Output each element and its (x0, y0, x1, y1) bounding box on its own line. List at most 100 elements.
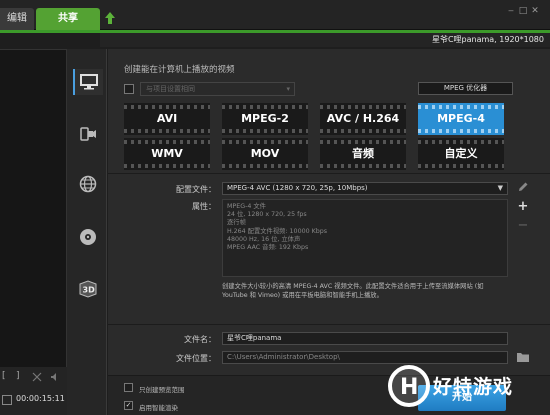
profile-label: 配置文件： (176, 185, 216, 194)
camera-device-icon (80, 127, 96, 141)
tab-edit[interactable]: 编辑 (0, 8, 34, 30)
volume-icon[interactable] (50, 372, 60, 382)
chevron-down-icon: ▾ (286, 85, 290, 93)
top-tab-bar: 编辑 共享 ‒ □ ✕ (0, 0, 550, 30)
project-info: 星爷C哩panama, 1920*1080 (431, 35, 544, 44)
timecode-mode-button[interactable] (2, 395, 12, 405)
format-label: MPEG-2 (241, 112, 289, 125)
profile-description: 创建文件大小较小的高清 MPEG-4 AVC 视频文件。此配置文件适合用于上传至… (222, 282, 512, 300)
format-audio-button[interactable]: 音频 (320, 138, 406, 170)
monitor-icon (80, 74, 98, 90)
upload-arrow-icon[interactable] (104, 11, 116, 25)
smart-render-checkbox[interactable]: ✓ (124, 401, 133, 410)
film-strip (222, 129, 308, 133)
format-avi-button[interactable]: AVI (124, 103, 210, 135)
device-category[interactable] (75, 121, 101, 147)
film-strip (320, 129, 406, 133)
property-line: MPEG-4 文件 (227, 203, 266, 210)
svg-text:H: H (400, 375, 418, 400)
film-strip (418, 164, 504, 168)
film-strip (418, 140, 504, 144)
format-wmv-button[interactable]: WMV (124, 138, 210, 170)
chevron-down-icon: ▼ (497, 184, 503, 192)
profile-dropdown[interactable]: MPEG-4 AVC (1280 x 720, 25p, 10Mbps) ▼ (222, 182, 508, 195)
filename-label: 文件名： (184, 335, 216, 344)
format-label: MOV (250, 147, 280, 160)
divider (108, 324, 550, 325)
computer-category[interactable] (73, 69, 103, 95)
location-label: 文件位置： (176, 354, 216, 363)
film-strip (124, 105, 210, 109)
preview-range-label: 只创建预览范围 (139, 386, 185, 394)
share-settings-panel: 创建能在计算机上播放的视频 与项目设置相同 ▾ MPEG 优化器 AVI MPE… (108, 49, 550, 415)
property-line: MPEG AAC 音频: 192 Kbps (227, 244, 309, 252)
film-strip (320, 140, 406, 144)
device-dropdown[interactable]: 与项目设置相同 ▾ (140, 82, 295, 96)
device-checkbox[interactable] (124, 84, 134, 94)
window-controls: ‒ □ ✕ (504, 6, 544, 16)
close-button[interactable]: ✕ (530, 6, 540, 16)
3d-icon: 3D (79, 280, 97, 298)
format-mov-button[interactable]: MOV (222, 138, 308, 170)
format-mpeg2-button[interactable]: MPEG-2 (222, 103, 308, 135)
web-category[interactable] (75, 171, 101, 197)
film-strip (124, 140, 210, 144)
device-dropdown-value: 与项目设置相同 (146, 85, 195, 93)
scissors-icon[interactable] (32, 372, 42, 382)
preview-window (0, 49, 67, 367)
film-strip (222, 140, 308, 144)
mpeg-optimizer-button[interactable]: MPEG 优化器 (418, 82, 513, 95)
format-label: 音频 (352, 147, 374, 160)
format-label: WMV (151, 147, 183, 160)
add-profile-icon[interactable]: + (516, 200, 530, 214)
maximize-button[interactable]: □ (518, 6, 528, 16)
disc-icon (80, 229, 96, 245)
output-category-bar: 3D (67, 49, 107, 415)
description-line: 创建文件大小较小的高清 MPEG-4 AVC 视频文件。此配置文件适合用于上传至… (222, 283, 484, 290)
format-label: MPEG-4 (437, 112, 485, 125)
format-mpeg4-button[interactable]: MPEG-4 (418, 103, 504, 135)
film-strip (222, 105, 308, 109)
format-avc-button[interactable]: AVC / H.264 (320, 103, 406, 135)
film-strip (124, 129, 210, 133)
format-label: 自定义 (444, 147, 478, 160)
preview-controls: [ ] 00:00:15:11 (0, 367, 67, 415)
globe-icon (79, 175, 97, 193)
watermark: H 好特游戏 (385, 362, 550, 412)
smart-render-label: 启用智能渲染 (139, 404, 178, 412)
film-strip (418, 105, 504, 109)
filename-input[interactable]: 星爷C哩panama (222, 332, 508, 345)
properties-label: 属性： (192, 202, 216, 211)
watermark-logo-icon: H (388, 365, 430, 407)
edit-profile-icon[interactable] (517, 181, 529, 193)
film-strip (222, 164, 308, 168)
timecode[interactable]: 00:00:15:11 (16, 394, 65, 403)
disc-category[interactable] (75, 224, 101, 250)
format-label: AVI (156, 112, 178, 125)
mark-in-button[interactable]: [ (2, 371, 6, 381)
section-title: 创建能在计算机上播放的视频 (124, 65, 235, 75)
film-strip (418, 129, 504, 133)
property-line: 24 位, 1280 x 720, 25 fps (227, 211, 307, 219)
format-custom-button[interactable]: 自定义 (418, 138, 504, 170)
property-line: 逐行帧 (227, 219, 246, 227)
format-label: AVC / H.264 (326, 112, 400, 125)
watermark-text: 好特游戏 (433, 376, 514, 398)
preview-range-checkbox[interactable] (124, 383, 133, 392)
film-strip (320, 164, 406, 168)
film-strip (320, 105, 406, 109)
property-line: 48000 Hz, 16 位, 立体声 (227, 235, 301, 243)
property-line: H.264 配置文件视频: 10000 Kbps (227, 227, 327, 235)
tab-share[interactable]: 共享 (36, 8, 100, 30)
properties-box: MPEG-4 文件 24 位, 1280 x 720, 25 fps 逐行帧 H… (222, 199, 508, 277)
remove-profile-icon[interactable]: − (516, 219, 530, 233)
project-info-bar: 星爷C哩panama, 1920*1080 (100, 33, 550, 47)
profile-value: MPEG-4 AVC (1280 x 720, 25p, 10Mbps) (227, 184, 368, 192)
divider (108, 173, 550, 174)
film-strip (124, 164, 210, 168)
svg-text:3D: 3D (83, 286, 96, 295)
minimize-button[interactable]: ‒ (506, 6, 516, 16)
mark-out-button[interactable]: ] (16, 371, 20, 381)
3d-category[interactable]: 3D (75, 276, 101, 302)
description-line: YouTube 和 Vimeo) 或用在平板电脑和智能手机上播放。 (222, 292, 383, 299)
